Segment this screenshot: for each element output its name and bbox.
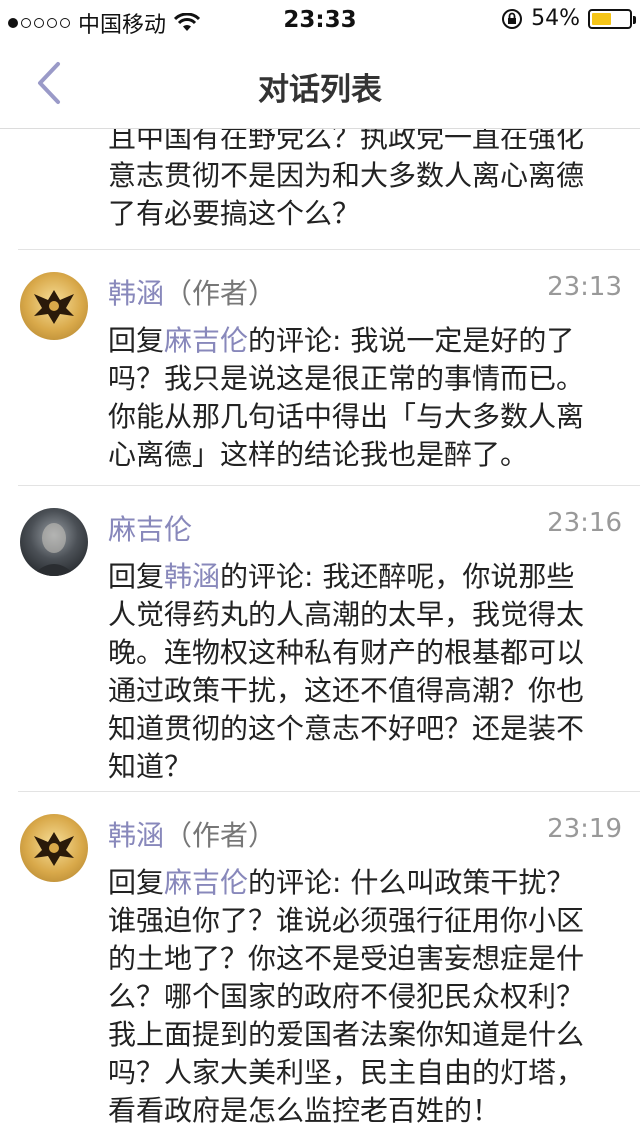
commenter-name[interactable]: 韩涵 [108,277,164,310]
page-title: 对话列表 [258,72,382,108]
text-line: 我上面提到的爱国者法案你知道是什么 [108,1018,585,1051]
comment-body: 回复麻吉伦的评论: 我说一定是好的了 吗？我只是说这是很正常的事情而已。 你能从… [108,322,640,474]
partial-comment-text: 且中国有在野党么？执政党一直在强化 意志贯彻不是因为和大多数人离心离德 了有必要… [0,129,640,249]
text-line: 吗？我只是说这是很正常的事情而已。 [108,362,585,395]
reply-mention[interactable]: 韩涵 [164,560,220,593]
reply-prefix: 回复 [108,324,165,357]
status-right: 54% [501,6,636,31]
first-line-text: 我说一定是好的了 [350,324,575,357]
text-line: 的土地了？你这不是受迫害妄想症是什 [108,942,585,975]
text-line: 且中国有在野党么？执政党一直在强化 [108,129,585,154]
commenter-name[interactable]: 韩涵 [108,819,164,852]
text-line: 意志贯彻不是因为和大多数人离心离德 [108,159,585,192]
eagle-emblem-icon [34,832,74,866]
text-line: 回复麻吉伦的评论: 我说一定是好的了 [108,322,626,360]
avatar[interactable] [20,814,88,882]
commenter-name[interactable]: 麻吉伦 [108,513,192,546]
avatar[interactable] [20,272,88,340]
text-line: 通过政策干扰，这还不值得高潮？你也 [108,674,585,707]
text-line: 人觉得药丸的人高潮的太早，我觉得太 [108,598,585,631]
first-line-text: 我还醉呢，你说那些 [322,560,575,593]
comment-body: 回复韩涵的评论: 我还醉呢，你说那些 人觉得药丸的人高潮的太早，我觉得太 晚。连… [108,558,640,786]
battery-percent: 54% [531,6,580,31]
comment-header: 韩涵（作者） 23:19 [108,814,640,864]
text-line: 回复麻吉伦的评论: 什么叫政策干扰？ [108,864,626,902]
author-tag: （作者） [164,277,277,310]
text-line: 心离德」这样的结论我也是醉了。 [108,438,529,471]
rotation-lock-icon [502,8,523,29]
author-tag: （作者） [164,819,277,852]
text-line: 回复韩涵的评论: 我还醉呢，你说那些 [108,558,626,596]
reply-suffix: 的评论: [220,560,323,593]
battery-icon [588,8,636,29]
portrait-icon [32,523,76,576]
text-line: 谁强迫你了？谁说必须强行征用你小区 [108,904,585,937]
reply-mention[interactable]: 麻吉伦 [164,324,248,357]
conversation-list[interactable]: 且中国有在野党么？执政党一直在强化 意志贯彻不是因为和大多数人离心离德 了有必要… [0,129,640,1136]
reply-suffix: 的评论: [248,324,351,357]
reply-mention[interactable]: 麻吉伦 [164,866,248,899]
reply-suffix: 的评论: [248,866,351,899]
text-line: 么？哪个国家的政府不侵犯民众权利？ [108,980,585,1013]
comment-time: 23:19 [547,814,622,844]
comment-header: 麻吉伦 23:16 [108,508,640,558]
first-line-text: 什么叫政策干扰？ [350,866,575,899]
reply-prefix: 回复 [108,560,165,593]
reply-prefix: 回复 [108,866,165,899]
text-line: 晚。连物权这种私有财产的根基都可以 [108,636,585,669]
text-line: 了有必要搞这个么？ [108,197,361,230]
text-line: 你能从那几句话中得出「与大多数人离 [108,400,585,433]
text-line: 知道？ [108,750,193,783]
eagle-emblem-icon [34,290,74,324]
nav-bar: 对话列表 [0,40,640,129]
comment-header: 韩涵（作者） 23:13 [108,272,640,322]
battery-fill [592,12,612,25]
text-line: 知道贯彻的这个意志不好吧？还是装不 [108,712,585,745]
text-line: 吗？人家大美利坚，民主自由的灯塔， [108,1056,585,1089]
avatar[interactable] [20,508,88,576]
comment-item[interactable]: 麻吉伦 23:16 回复韩涵的评论: 我还醉呢，你说那些 人觉得药丸的人高潮的太… [0,486,640,791]
comment-item[interactable]: 韩涵（作者） 23:13 回复麻吉伦的评论: 我说一定是好的了 吗？我只是说这是… [0,250,640,485]
comment-time: 23:16 [547,508,622,538]
text-line: 看看政府是怎么监控老百姓的！ [108,1094,501,1127]
status-bar: 中国移动 23:33 54% [0,0,640,40]
comment-body: 回复麻吉伦的评论: 什么叫政策干扰？ 谁强迫你了？谁说必须强行征用你小区 的土地… [108,864,640,1130]
comment-time: 23:13 [547,272,622,302]
comment-item[interactable]: 韩涵（作者） 23:19 回复麻吉伦的评论: 什么叫政策干扰？ 谁强迫你了？谁说… [0,792,640,1136]
